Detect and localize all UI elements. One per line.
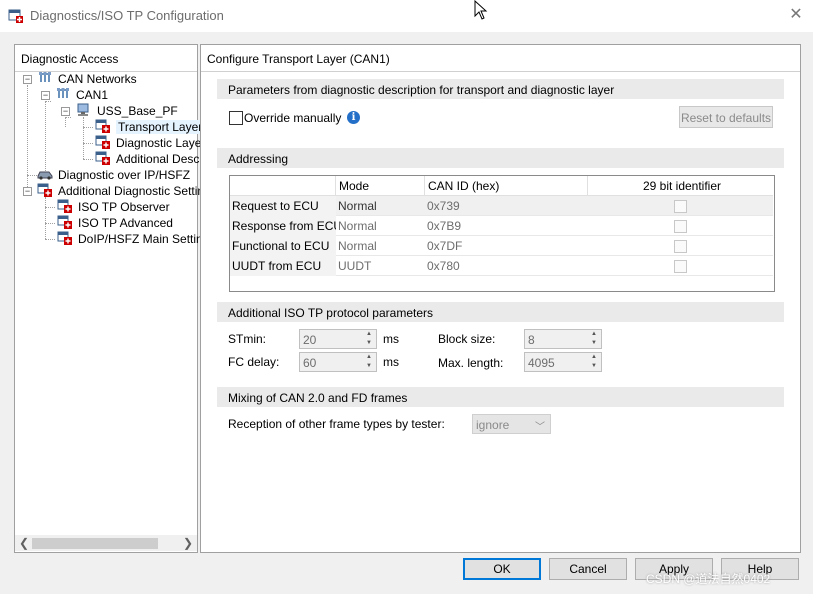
- spin-down-icon[interactable]: ▼: [362, 362, 376, 371]
- row-header: Response from ECU: [230, 216, 336, 236]
- block-size-label: Block size:: [438, 332, 496, 346]
- configure-transport-panel: Configure Transport Layer (CAN1) Paramet…: [200, 44, 801, 553]
- stmin-unit: ms: [383, 332, 399, 346]
- network-icon: [39, 72, 51, 82]
- watermark: CSDN @道法自然0402: [646, 572, 771, 586]
- fc-delay-spinner[interactable]: 60 ▲ ▼: [299, 352, 377, 372]
- scroll-left-icon[interactable]: ❮: [19, 536, 29, 550]
- title-bar: Diagnostics/ISO TP Configuration ✕: [0, 0, 813, 32]
- chevron-down-icon: ﹀: [535, 422, 545, 433]
- section-header-iso-tp: Additional ISO TP protocol parameters: [217, 302, 784, 322]
- mouse-cursor-icon: [474, 0, 488, 20]
- collapse-toggle[interactable]: −: [41, 91, 50, 100]
- row-header: Functional to ECU: [230, 236, 336, 256]
- spin-up-icon[interactable]: ▲: [362, 330, 376, 339]
- scroll-right-icon[interactable]: ❯: [183, 536, 193, 550]
- collapse-toggle[interactable]: −: [61, 107, 70, 116]
- override-manually-checkbox[interactable]: [229, 111, 243, 125]
- spin-up-icon[interactable]: ▲: [362, 353, 376, 362]
- stmin-spinner[interactable]: 20 ▲ ▼: [299, 329, 377, 349]
- addressing-table: Mode CAN ID (hex) 29 bit identifier Requ…: [229, 175, 775, 292]
- panel-header: Configure Transport Layer (CAN1): [201, 45, 800, 72]
- can-id-cell[interactable]: 0x739: [425, 196, 588, 216]
- spin-up-icon[interactable]: ▲: [587, 330, 601, 339]
- reception-dropdown[interactable]: ignore ﹀: [472, 414, 551, 434]
- spin-down-icon[interactable]: ▼: [587, 362, 601, 371]
- config-icon: [37, 183, 52, 197]
- close-icon: ✕: [789, 6, 803, 23]
- ok-button[interactable]: OK: [463, 558, 541, 580]
- config-icon: [57, 199, 72, 213]
- mode-cell[interactable]: Normal: [336, 216, 425, 236]
- can-id-cell[interactable]: 0x780: [425, 256, 588, 276]
- bit29-checkbox[interactable]: [674, 240, 687, 253]
- reset-to-defaults-button[interactable]: Reset to defaults: [679, 106, 773, 128]
- horizontal-scrollbar[interactable]: ❮ ❯: [15, 535, 197, 551]
- section-header-addressing: Addressing: [217, 148, 784, 168]
- column-header-29-bit: 29 bit identifier: [588, 176, 773, 196]
- bit29-cell: [588, 196, 773, 216]
- bit29-checkbox[interactable]: [674, 220, 687, 233]
- mode-cell[interactable]: UUDT: [336, 256, 425, 276]
- bit29-cell: [588, 236, 773, 256]
- row-header: Request to ECU: [230, 196, 336, 216]
- config-icon: [95, 135, 110, 149]
- diagnostic-access-panel: Diagnostic Access − CAN Networks − CAN1 …: [14, 44, 217, 553]
- section-header-parameters: Parameters from diagnostic description f…: [217, 79, 784, 99]
- mode-cell[interactable]: Normal: [336, 236, 425, 256]
- spin-down-icon[interactable]: ▼: [362, 339, 376, 348]
- fc-delay-label: FC delay:: [228, 355, 280, 369]
- column-header-can-id: CAN ID (hex): [425, 176, 588, 196]
- car-icon: [37, 171, 53, 180]
- config-icon: [57, 231, 72, 245]
- row-header: UUDT from ECU: [230, 256, 336, 276]
- spin-down-icon[interactable]: ▼: [587, 339, 601, 348]
- max-length-label: Max. length:: [438, 356, 504, 370]
- block-size-spinner[interactable]: 8 ▲ ▼: [524, 329, 602, 349]
- app-icon: [8, 9, 23, 23]
- config-icon: [57, 215, 72, 229]
- collapse-toggle[interactable]: −: [23, 75, 32, 84]
- max-length-spinner[interactable]: 4095 ▲ ▼: [524, 352, 602, 372]
- reception-label: Reception of other frame types by tester…: [228, 417, 445, 431]
- bit29-checkbox[interactable]: [674, 260, 687, 273]
- collapse-toggle[interactable]: −: [23, 187, 32, 196]
- info-icon[interactable]: i: [347, 111, 360, 124]
- bit29-cell: [588, 216, 773, 236]
- override-manually-label[interactable]: Override manually: [244, 111, 341, 125]
- config-icon: [95, 151, 110, 165]
- spin-up-icon[interactable]: ▲: [587, 353, 601, 362]
- network-icon: [57, 88, 69, 98]
- stmin-label: STmin:: [228, 332, 267, 346]
- config-icon: [95, 119, 110, 133]
- scroll-thumb[interactable]: [32, 538, 158, 549]
- section-header-mixing: Mixing of CAN 2.0 and FD frames: [217, 387, 784, 407]
- bit29-checkbox[interactable]: [674, 200, 687, 213]
- can-id-cell[interactable]: 0x7DF: [425, 236, 588, 256]
- cancel-button[interactable]: Cancel: [549, 558, 627, 580]
- can-id-cell[interactable]: 0x7B9: [425, 216, 588, 236]
- table-corner: [230, 176, 336, 196]
- column-header-mode: Mode: [336, 176, 425, 196]
- bit29-cell: [588, 256, 773, 276]
- panel-header: Diagnostic Access: [15, 45, 197, 72]
- window-title: Diagnostics/ISO TP Configuration: [30, 8, 224, 23]
- mode-cell[interactable]: Normal: [336, 196, 425, 216]
- close-button[interactable]: ✕: [784, 4, 808, 26]
- computer-icon: [77, 103, 89, 116]
- fc-delay-unit: ms: [383, 355, 399, 369]
